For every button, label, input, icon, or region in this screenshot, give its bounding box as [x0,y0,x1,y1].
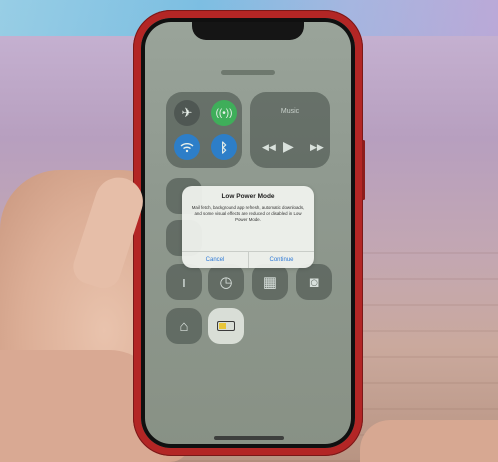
side-button [362,140,365,200]
screen-bezel [141,18,355,448]
finger [360,420,498,462]
